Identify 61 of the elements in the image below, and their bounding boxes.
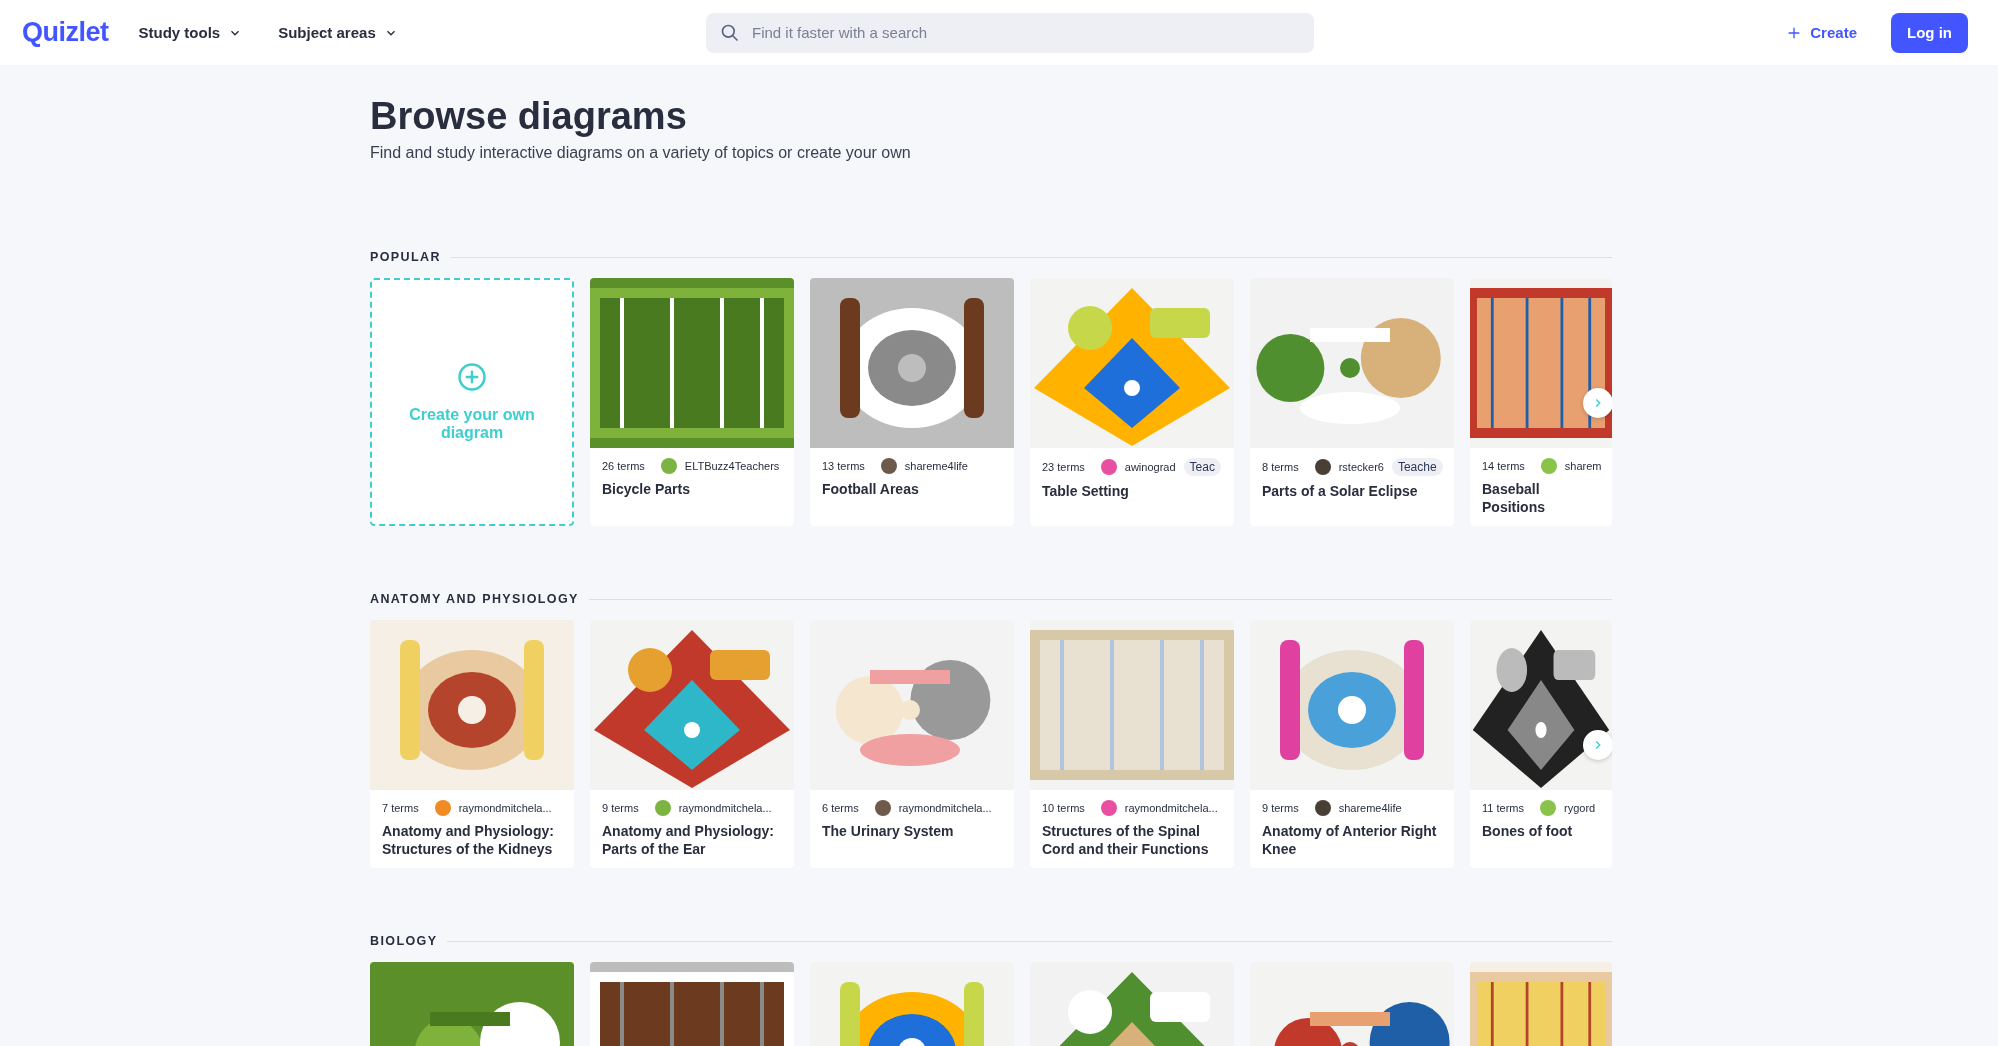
create-button[interactable]: Create [1786, 24, 1857, 41]
diagram-title[interactable]: Football Areas [810, 474, 1014, 499]
avatar-icon [434, 800, 451, 816]
section-title: BIOLOGY [370, 934, 438, 948]
avatar-icon [874, 800, 891, 816]
search-input[interactable]: Find it faster with a search [750, 23, 1300, 42]
login-button[interactable]: Log in [1891, 12, 1968, 53]
menu-button[interactable]: Study tools [138, 24, 243, 41]
author-name[interactable]: ELTBuzz4Teachers [684, 460, 780, 472]
author-name[interactable]: raymondmitchela... [458, 802, 552, 814]
term-count: 7 terms [382, 802, 419, 814]
section-title: POPULAR [370, 250, 441, 264]
avatar-icon [1314, 459, 1331, 475]
diagram-title[interactable]: Parts of a Solar Eclipse [1250, 476, 1454, 501]
term-count: 11 terms [1482, 802, 1524, 814]
term-count: 8 terms [1262, 461, 1299, 473]
diagram-title[interactable]: Anatomy and Physiology: Structures of the Kidneys [370, 816, 574, 859]
page-title: Browse diagrams [370, 94, 688, 138]
author-name[interactable]: sharem [1564, 460, 1602, 472]
section-title: ANATOMY AND PHYSIOLOGY [370, 592, 579, 606]
menu-button[interactable]: Subject areas [278, 24, 398, 41]
teacher-badge: Teac [1183, 458, 1221, 476]
avatar-icon [1100, 800, 1117, 816]
term-count: 23 terms [1042, 461, 1085, 473]
author-name[interactable]: rygord [1564, 802, 1596, 814]
diagram-title[interactable]: Anatomy of Anterior Right Knee [1250, 816, 1454, 859]
avatar-icon [1540, 800, 1556, 816]
term-count: 9 terms [602, 802, 639, 814]
term-count: 10 terms [1042, 802, 1085, 814]
term-count: 14 terms [1482, 460, 1525, 472]
avatar-icon [1314, 800, 1331, 816]
diagram-title[interactable]: Structures of the Spinal Cord and their Functions [1030, 816, 1234, 859]
diagram-title[interactable]: Anatomy and Physiology: Parts of the Ear [590, 816, 794, 859]
diagram-title[interactable]: Baseball Positions [1470, 474, 1612, 517]
author-name[interactable]: shareme4life [904, 460, 968, 472]
page-subtitle: Find and study interactive diagrams on a variety of topics or create your own [370, 144, 912, 162]
author-name[interactable]: raymondmitchela... [678, 802, 772, 814]
logo[interactable]: Quizlet [22, 17, 109, 48]
author-name[interactable]: raymondmitchela... [1124, 802, 1218, 814]
author-name[interactable]: shareme4life [1338, 802, 1402, 814]
avatar-icon [654, 800, 671, 816]
plus-circle-icon [457, 362, 487, 392]
search-icon [720, 22, 740, 43]
term-count: 6 terms [822, 802, 859, 814]
term-count: 13 terms [822, 460, 865, 472]
avatar-icon [1540, 458, 1557, 474]
avatar-icon [880, 458, 897, 474]
author-name[interactable]: rstecker6 [1338, 461, 1384, 473]
diagram-title[interactable]: Bones of foot [1470, 816, 1612, 841]
author-name[interactable]: raymondmitchela... [898, 802, 992, 814]
term-count: 9 terms [1262, 802, 1299, 814]
diagram-title[interactable]: Bicycle Parts [590, 474, 794, 499]
diagram-title[interactable]: Table Setting [1030, 476, 1234, 501]
search-field[interactable]: Find it faster with a search [706, 12, 1314, 53]
diagram-title[interactable]: The Urinary System [810, 816, 1014, 841]
author-name[interactable]: awinograd [1124, 461, 1176, 473]
create-label: Create your own diagram [408, 406, 536, 442]
avatar-icon [660, 458, 677, 474]
avatar-icon [1100, 459, 1117, 475]
term-count: 26 terms [602, 460, 645, 472]
teacher-badge: Teache [1391, 458, 1443, 476]
